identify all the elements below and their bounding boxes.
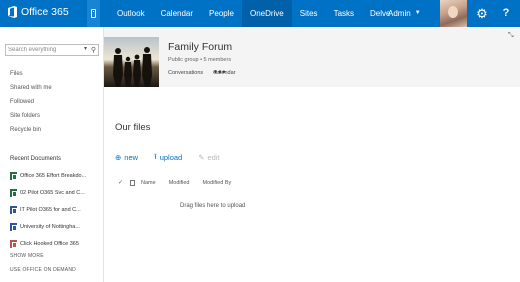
new-label: new [124, 153, 139, 162]
nav-tasks[interactable]: Tasks [326, 0, 362, 27]
avatar[interactable] [440, 0, 467, 27]
sidebar-item-shared-with-me[interactable]: Shared with me [10, 85, 52, 99]
pencil-icon: ✎ [198, 153, 205, 162]
more-options-button[interactable]: ••• [214, 67, 226, 77]
search-input[interactable] [8, 45, 84, 55]
document-label: 02 Pilot O365 Svc and C... [20, 189, 85, 196]
drop-zone-message: Drag files here to upload [180, 203, 246, 209]
use-office-on-demand-link[interactable]: USE OFFICE ON DEMAND [10, 267, 76, 273]
excel-icon [10, 188, 17, 197]
document-type-icon [130, 179, 136, 186]
office-logo-icon [8, 6, 17, 18]
sidebar-item-files[interactable]: Files [10, 71, 52, 85]
column-name[interactable]: Name [141, 180, 156, 186]
chevron-down-icon: ▼ [414, 10, 421, 16]
column-modified[interactable]: Modified [169, 180, 190, 186]
nav-people[interactable]: People [201, 0, 242, 27]
nav-onedrive[interactable]: OneDrive [241, 0, 292, 27]
group-title: Family Forum [168, 41, 233, 53]
suite-bar: Office 365 Outlook Calendar People OneDr… [0, 0, 520, 27]
page-title: Our files [115, 122, 151, 133]
list-item[interactable]: University of Nottingha... [10, 218, 86, 235]
recent-documents-list: Office 365 Effort Breakdo... 02 Pilot O3… [10, 167, 86, 252]
document-label: Click Hooked Office 365 [20, 240, 79, 247]
gear-icon[interactable]: ⚙ [470, 0, 494, 27]
avatar-face [448, 6, 458, 18]
group-photo [104, 37, 159, 87]
document-label: IT Pilot O365 for and C... [20, 206, 81, 213]
new-button[interactable]: ⊕ new [115, 153, 138, 162]
document-label: Office 365 Effort Breakdo... [20, 172, 87, 179]
file-list-header: ✓ Name Modified Modified By [118, 179, 244, 186]
phone-button[interactable] [87, 0, 100, 27]
app-name: Office 365 [21, 6, 69, 18]
files-toolbar: ⊕ new ⭱ upload ✎ edit [115, 151, 236, 164]
family-silhouette-image [104, 37, 159, 87]
ppt-icon [10, 239, 17, 248]
tab-conversations[interactable]: Conversations [168, 70, 203, 76]
search-box: ▾ ⚲ [5, 44, 99, 56]
show-more-link[interactable]: SHOW MORE [10, 253, 44, 259]
word-icon [10, 205, 17, 214]
upload-icon: ⭱ [154, 152, 157, 161]
list-item[interactable]: Office 365 Effort Breakdo... [10, 167, 86, 184]
recent-documents-heading: Recent Documents [10, 156, 62, 162]
excel-icon [10, 171, 17, 180]
phone-icon [91, 9, 96, 18]
nav-calendar[interactable]: Calendar [153, 0, 201, 27]
admin-menu[interactable]: Admin ▼ [388, 0, 421, 27]
group-header: Family Forum Public group • 5 members Co… [104, 27, 520, 87]
sidebar-item-recycle-bin[interactable]: Recycle bin [10, 127, 52, 141]
upload-label: upload [159, 153, 183, 162]
edit-button[interactable]: ✎ edit [198, 153, 219, 162]
help-icon[interactable]: ? [495, 0, 517, 27]
checkmark-icon[interactable]: ✓ [118, 179, 123, 186]
list-item[interactable]: 02 Pilot O365 Svc and C... [10, 184, 86, 201]
expand-icon[interactable]: ⤡ [508, 32, 514, 40]
admin-label: Admin [388, 9, 411, 18]
office-365-logo[interactable]: Office 365 [7, 6, 69, 18]
group-meta: Public group • 5 members [168, 57, 232, 63]
list-item[interactable]: Click Hooked Office 365 [10, 235, 86, 252]
edit-label: edit [207, 153, 220, 162]
search-icon[interactable]: ⚲ [91, 46, 96, 54]
nav-outlook[interactable]: Outlook [109, 0, 153, 27]
dropdown-arrow-icon[interactable]: ▾ [84, 45, 87, 52]
add-circle-icon: ⊕ [115, 153, 122, 162]
sidebar-item-site-folders[interactable]: Site folders [10, 113, 52, 127]
left-navigation: ▾ ⚲ Files Shared with me Followed Site f… [0, 27, 104, 282]
sidebar-item-followed[interactable]: Followed [10, 99, 52, 113]
word-icon [10, 222, 17, 231]
list-item[interactable]: IT Pilot O365 for and C... [10, 201, 86, 218]
document-label: University of Nottingha... [20, 223, 80, 230]
nav-sites[interactable]: Sites [292, 0, 326, 27]
upload-button[interactable]: ⭱ upload [154, 151, 182, 164]
sidebar-links: Files Shared with me Followed Site folde… [10, 71, 52, 141]
suite-nav: Outlook Calendar People OneDrive Sites T… [109, 0, 398, 27]
column-modified-by[interactable]: Modified By [203, 180, 232, 186]
